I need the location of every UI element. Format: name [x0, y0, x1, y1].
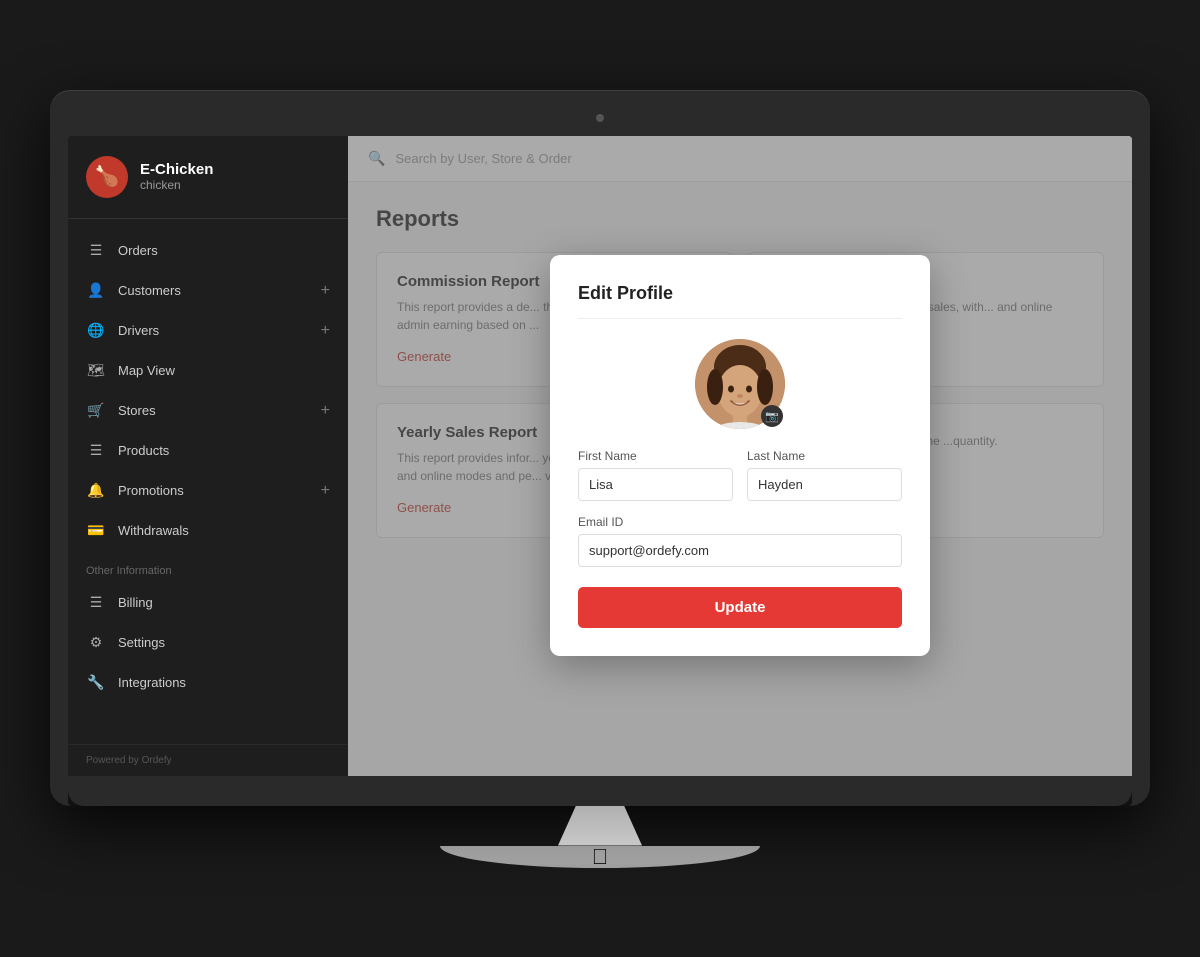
products-icon: ☰ [86, 441, 106, 461]
billing-icon: ☰ [86, 593, 106, 613]
avatar-section: 📷 [578, 339, 902, 429]
sidebar-item-billing[interactable]: ☰ Billing [68, 583, 348, 623]
drivers-label: Drivers [118, 323, 159, 338]
sidebar-item-map-view[interactable]: 🗺 Map View [68, 351, 348, 391]
last-name-input[interactable] [747, 468, 902, 501]
orders-icon: ☰ [86, 241, 106, 261]
stores-label: Stores [118, 403, 156, 418]
apple-logo:  [592, 844, 609, 870]
brand-name: E-Chicken [140, 161, 213, 178]
sidebar-item-settings[interactable]: ⚙ Settings [68, 623, 348, 663]
products-label: Products [118, 443, 169, 458]
modal-title: Edit Profile [578, 283, 902, 304]
other-information-label: Other Information [68, 551, 348, 583]
drivers-icon: 🌐 [86, 321, 106, 341]
sidebar-item-drivers[interactable]: 🌐 Drivers + [68, 311, 348, 351]
name-row: First Name Last Name [578, 449, 902, 501]
drivers-plus-icon[interactable]: + [321, 322, 330, 340]
integrations-icon: 🔧 [86, 673, 106, 693]
sidebar-item-orders[interactable]: ☰ Orders [68, 231, 348, 271]
promotions-label: Promotions [118, 483, 184, 498]
sidebar-item-integrations[interactable]: 🔧 Integrations [68, 663, 348, 703]
app-layout: 🍗 E-Chicken chicken ☰ Orders 👤 [68, 136, 1132, 776]
withdrawals-label: Withdrawals [118, 523, 189, 538]
customers-plus-icon[interactable]: + [321, 282, 330, 300]
sidebar-footer: Powered by Ordefy [68, 744, 348, 776]
screen-bezel: 🍗 E-Chicken chicken ☰ Orders 👤 [68, 136, 1132, 806]
sidebar-logo: 🍗 E-Chicken chicken [68, 136, 348, 219]
brand-icon: 🍗 [86, 156, 128, 198]
sidebar-item-customers[interactable]: 👤 Customers + [68, 271, 348, 311]
promotions-icon: 🔔 [86, 481, 106, 501]
sidebar-item-products[interactable]: ☰ Products [68, 431, 348, 471]
camera-dot [596, 114, 604, 122]
email-group: Email ID [578, 515, 902, 567]
stores-plus-icon[interactable]: + [321, 402, 330, 420]
settings-label: Settings [118, 635, 165, 650]
customers-label: Customers [118, 283, 181, 298]
map-view-label: Map View [118, 363, 175, 378]
stores-icon: 🛒 [86, 401, 106, 421]
last-name-group: Last Name [747, 449, 902, 501]
settings-icon: ⚙ [86, 633, 106, 653]
first-name-label: First Name [578, 449, 733, 463]
stand-base:  [440, 846, 760, 868]
email-row: Email ID [578, 515, 902, 567]
modal-overlay[interactable]: Edit Profile [348, 136, 1132, 776]
modal-divider [578, 318, 902, 319]
monitor-bottom-bezel [68, 776, 1132, 806]
first-name-group: First Name [578, 449, 733, 501]
integrations-label: Integrations [118, 675, 186, 690]
withdrawals-icon: 💳 [86, 521, 106, 541]
promotions-plus-icon[interactable]: + [321, 482, 330, 500]
monitor-wrapper: 🍗 E-Chicken chicken ☰ Orders 👤 [50, 90, 1150, 868]
sidebar-item-withdrawals[interactable]: 💳 Withdrawals [68, 511, 348, 551]
avatar-container: 📷 [695, 339, 785, 429]
sidebar-nav: ☰ Orders 👤 Customers + 🌐 Drivers + [68, 219, 348, 744]
customers-icon: 👤 [86, 281, 106, 301]
email-input[interactable] [578, 534, 902, 567]
camera-badge[interactable]: 📷 [761, 405, 783, 427]
sidebar-item-promotions[interactable]: 🔔 Promotions + [68, 471, 348, 511]
first-name-input[interactable] [578, 468, 733, 501]
monitor-shell: 🍗 E-Chicken chicken ☰ Orders 👤 [50, 90, 1150, 806]
email-label: Email ID [578, 515, 902, 529]
update-button[interactable]: Update [578, 587, 902, 628]
sidebar-item-stores[interactable]: 🛒 Stores + [68, 391, 348, 431]
sidebar: 🍗 E-Chicken chicken ☰ Orders 👤 [68, 136, 348, 776]
brand-sub: chicken [140, 178, 213, 192]
main-area: 🔍 Search by User, Store & Order Reports … [348, 136, 1132, 776]
stand-neck [540, 806, 660, 846]
map-view-icon: 🗺 [86, 361, 106, 381]
edit-profile-modal: Edit Profile [550, 255, 930, 656]
orders-label: Orders [118, 243, 158, 258]
last-name-label: Last Name [747, 449, 902, 463]
billing-label: Billing [118, 595, 153, 610]
monitor-top-bar [68, 108, 1132, 128]
monitor-stand:  [440, 806, 760, 868]
